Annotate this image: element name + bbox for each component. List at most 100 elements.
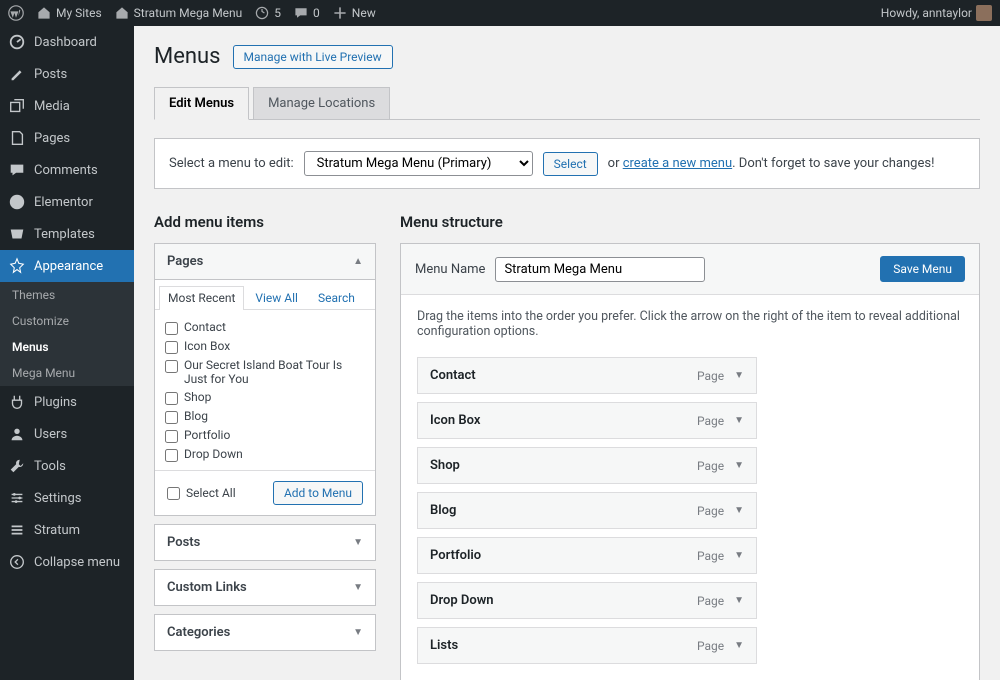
chevron-down-icon[interactable]: ▼ [734, 640, 744, 651]
item-title: Lists [430, 638, 458, 653]
create-menu-link[interactable]: create a new menu [623, 156, 732, 171]
my-sites[interactable]: My Sites [36, 5, 102, 21]
item-title: Blog [430, 503, 456, 518]
chevron-down-icon[interactable]: ▼ [734, 595, 744, 606]
sidebar-item-settings[interactable]: Settings [0, 482, 134, 514]
sidebar-item-appearance[interactable]: Appearance [0, 250, 134, 282]
wp-logo[interactable] [8, 5, 24, 21]
sidebar-collapse[interactable]: Collapse menu [0, 546, 134, 578]
appearance-submenu: Themes Customize Menus Mega Menu [0, 282, 134, 386]
add-items-heading: Add menu items [154, 213, 376, 231]
save-menu-button[interactable]: Save Menu [880, 256, 965, 282]
sidebar-item-users[interactable]: Users [0, 418, 134, 450]
tab-edit-menus[interactable]: Edit Menus [154, 87, 249, 120]
avatar [976, 5, 992, 21]
item-title: Drop Down [430, 593, 494, 608]
panel-pages-header[interactable]: Pages▲ [155, 244, 375, 280]
menu-edit-panel: Menu Name Save Menu Drag the items into … [400, 243, 980, 680]
item-type: Page [697, 414, 724, 428]
submenu-mega-menu[interactable]: Mega Menu [0, 360, 134, 386]
menu-name-input[interactable] [495, 257, 705, 282]
panel-pages: Pages▲ Most Recent View All Search Conta… [154, 243, 376, 516]
comments-count[interactable]: 0 [293, 5, 320, 21]
sidebar-item-tools[interactable]: Tools [0, 450, 134, 482]
sidebar-item-comments[interactable]: Comments [0, 154, 134, 186]
menu-structure-item[interactable]: Portfolio Page ▼ [417, 537, 757, 574]
select-all[interactable]: Select All [167, 486, 236, 500]
sidebar-item-posts[interactable]: Posts [0, 58, 134, 90]
panel-posts-header[interactable]: Posts▼ [155, 525, 375, 560]
chevron-down-icon[interactable]: ▼ [734, 505, 744, 516]
menu-structure-item[interactable]: Icon Box Page ▼ [417, 402, 757, 439]
list-item[interactable]: Drop Down [165, 445, 365, 464]
list-item[interactable]: Our Secret Island Boat Tour Is Just for … [165, 356, 365, 388]
sidebar-item-plugins[interactable]: Plugins [0, 386, 134, 418]
menu-structure-item[interactable]: Blog Page ▼ [417, 492, 757, 529]
menu-structure-item[interactable]: Lists Page ▼ [417, 627, 757, 664]
add-to-menu-button[interactable]: Add to Menu [273, 481, 363, 505]
list-item[interactable]: Portfolio [165, 426, 365, 445]
sidebar-item-media[interactable]: Media [0, 90, 134, 122]
selector-label: Select a menu to edit: [169, 156, 294, 171]
subtab-search[interactable]: Search [309, 286, 364, 309]
sidebar-item-stratum[interactable]: Stratum [0, 514, 134, 546]
admin-bar: My Sites Stratum Mega Menu 5 0 New Howdy… [0, 0, 1000, 26]
new-content[interactable]: New [332, 5, 376, 21]
sidebar-item-dashboard[interactable]: Dashboard [0, 26, 134, 58]
submenu-menus[interactable]: Menus [0, 334, 134, 360]
menu-name-label: Menu Name [415, 262, 485, 277]
menu-structure-item[interactable]: Drop Down Page ▼ [417, 582, 757, 619]
chevron-down-icon[interactable]: ▼ [734, 370, 744, 381]
chevron-down-icon: ▼ [353, 627, 363, 638]
panel-custom-header[interactable]: Custom Links▼ [155, 570, 375, 605]
chevron-down-icon: ▼ [353, 582, 363, 593]
item-type: Page [697, 594, 724, 608]
subtab-recent[interactable]: Most Recent [159, 286, 244, 310]
instructions: Drag the items into the order you prefer… [417, 309, 963, 339]
item-title: Contact [430, 368, 476, 383]
sidebar-item-elementor[interactable]: Elementor [0, 186, 134, 218]
list-item[interactable]: Blog [165, 407, 365, 426]
chevron-up-icon: ▲ [353, 256, 363, 267]
chevron-down-icon[interactable]: ▼ [734, 460, 744, 471]
list-item[interactable]: Icon Box [165, 337, 365, 356]
submenu-customize[interactable]: Customize [0, 308, 134, 334]
updates[interactable]: 5 [254, 5, 281, 21]
item-type: Page [697, 369, 724, 383]
chevron-down-icon[interactable]: ▼ [734, 415, 744, 426]
item-type: Page [697, 459, 724, 473]
item-type: Page [697, 549, 724, 563]
menu-structure-item[interactable]: Contact Page ▼ [417, 357, 757, 394]
sidebar-item-pages[interactable]: Pages [0, 122, 134, 154]
item-title: Portfolio [430, 548, 481, 563]
sidebar-item-templates[interactable]: Templates [0, 218, 134, 250]
panel-categories-header[interactable]: Categories▼ [155, 615, 375, 650]
chevron-down-icon[interactable]: ▼ [734, 550, 744, 561]
chevron-down-icon: ▼ [353, 537, 363, 548]
item-type: Page [697, 504, 724, 518]
menu-structure-item[interactable]: Shop Page ▼ [417, 447, 757, 484]
structure-heading: Menu structure [400, 213, 980, 231]
panel-custom-links: Custom Links▼ [154, 569, 376, 606]
site-name[interactable]: Stratum Mega Menu [114, 5, 243, 21]
panel-posts: Posts▼ [154, 524, 376, 561]
my-account[interactable]: Howdy, anntaylor [881, 5, 992, 21]
list-item[interactable]: Contact [165, 318, 365, 337]
item-title: Icon Box [430, 413, 480, 428]
item-title: Shop [430, 458, 460, 473]
menu-selector-bar: Select a menu to edit: Stratum Mega Menu… [154, 138, 980, 189]
tab-manage-locations[interactable]: Manage Locations [253, 87, 390, 120]
live-preview-button[interactable]: Manage with Live Preview [233, 45, 393, 69]
page-title: Menus [154, 44, 221, 69]
list-item[interactable]: Shop [165, 388, 365, 407]
panel-categories: Categories▼ [154, 614, 376, 651]
subtab-view-all[interactable]: View All [246, 286, 307, 309]
menu-select[interactable]: Stratum Mega Menu (Primary) [304, 151, 533, 176]
nav-tabs: Edit Menus Manage Locations [154, 87, 980, 120]
select-button[interactable]: Select [543, 152, 598, 176]
submenu-themes[interactable]: Themes [0, 282, 134, 308]
item-type: Page [697, 639, 724, 653]
admin-sidebar: Dashboard Posts Media Pages Comments Ele… [0, 26, 134, 680]
main-content: Menus Manage with Live Preview Edit Menu… [134, 26, 1000, 680]
pages-checklist[interactable]: Contact Icon Box Our Secret Island Boat … [155, 310, 375, 470]
